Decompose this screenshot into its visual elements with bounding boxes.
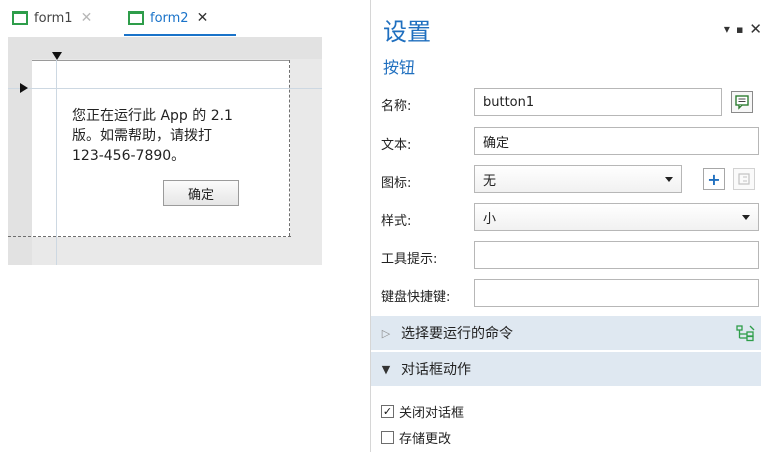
form-resize-edge-right[interactable] xyxy=(289,60,290,236)
collapse-arrow-icon: ▼ xyxy=(381,362,391,376)
section-command-label: 选择要运行的命令 xyxy=(401,326,513,342)
section-dialog-action-label: 对话框动作 xyxy=(401,362,471,378)
close-dialog-label: 关闭对话框 xyxy=(399,406,465,421)
section-dialog-action[interactable]: ▼ 对话框动作 xyxy=(371,352,761,386)
close-dialog-option[interactable]: ✓ 关闭对话框 xyxy=(381,402,464,421)
vertical-guide xyxy=(56,60,57,265)
tab-form2-label: form2 xyxy=(150,10,189,26)
chevron-down-icon xyxy=(665,176,673,182)
store-changes-option[interactable]: 存储更改 xyxy=(381,428,451,447)
icon-label: 图标: xyxy=(381,176,412,191)
tab-form1[interactable]: form1 ✕ xyxy=(12,0,92,36)
tab-form2[interactable]: form2 ✕ xyxy=(128,0,208,36)
text-label: 文本: xyxy=(381,138,412,153)
tab-form1-close-icon[interactable]: ✕ xyxy=(81,10,93,26)
horizontal-guide xyxy=(8,88,322,89)
ruler-left xyxy=(8,37,32,265)
text-field[interactable]: 确定 xyxy=(474,127,759,155)
row-marker-icon[interactable] xyxy=(20,83,28,93)
plus-icon[interactable]: + xyxy=(703,168,725,190)
name-field[interactable]: button1 xyxy=(474,88,722,116)
close-dialog-checkbox[interactable]: ✓ xyxy=(381,405,394,418)
form-icon xyxy=(12,11,28,25)
panel-subtitle: 按钮 xyxy=(383,58,416,77)
form-resize-edge-bottom[interactable] xyxy=(8,236,291,237)
settings-panel: 设置 按钮 ▾ ▪ ✕ 名称: button1 文本: 确定 图标: 无 + 样… xyxy=(370,0,761,452)
ok-button[interactable]: 确定 xyxy=(163,180,239,206)
link-icon[interactable] xyxy=(733,168,755,190)
message-icon[interactable] xyxy=(731,91,753,113)
tab-form2-close-icon[interactable]: ✕ xyxy=(197,10,209,26)
tooltip-label: 工具提示: xyxy=(381,252,438,267)
dialog-message[interactable]: 您正在运行此 App 的 2.1 版。如需帮助，请拨打 123-456-7890… xyxy=(72,106,272,166)
section-command[interactable]: ▷ 选择要运行的命令 xyxy=(371,316,761,350)
style-label: 样式: xyxy=(381,214,412,229)
chevron-down-icon xyxy=(742,214,750,220)
name-value: button1 xyxy=(483,94,535,110)
active-tab-indicator xyxy=(124,34,236,36)
tab-form1-label: form1 xyxy=(34,10,73,26)
column-marker-icon[interactable] xyxy=(52,52,62,60)
form-icon xyxy=(128,11,144,25)
store-changes-label: 存储更改 xyxy=(399,432,452,447)
text-value: 确定 xyxy=(483,135,510,151)
pin-icon[interactable]: ▪ xyxy=(736,23,743,36)
icon-select[interactable]: 无 xyxy=(474,165,682,193)
shortcut-field[interactable] xyxy=(474,279,759,307)
style-select[interactable]: 小 xyxy=(474,203,759,231)
store-changes-checkbox[interactable] xyxy=(381,431,394,444)
icon-select-value: 无 xyxy=(483,173,497,189)
tree-icon[interactable] xyxy=(736,324,756,346)
panel-menu-icon[interactable]: ▾ xyxy=(724,22,730,36)
designer-tab-bar: form1 ✕ form2 ✕ xyxy=(0,0,322,36)
close-icon[interactable]: ✕ xyxy=(749,20,761,38)
panel-title: 设置 xyxy=(383,18,431,46)
shortcut-label: 键盘快捷键: xyxy=(381,290,451,305)
expand-arrow-icon: ▷ xyxy=(381,326,391,340)
tooltip-field[interactable] xyxy=(474,241,759,269)
name-label: 名称: xyxy=(381,99,412,114)
style-select-value: 小 xyxy=(483,211,497,227)
panel-window-controls: ▾ ▪ ✕ xyxy=(724,20,761,38)
